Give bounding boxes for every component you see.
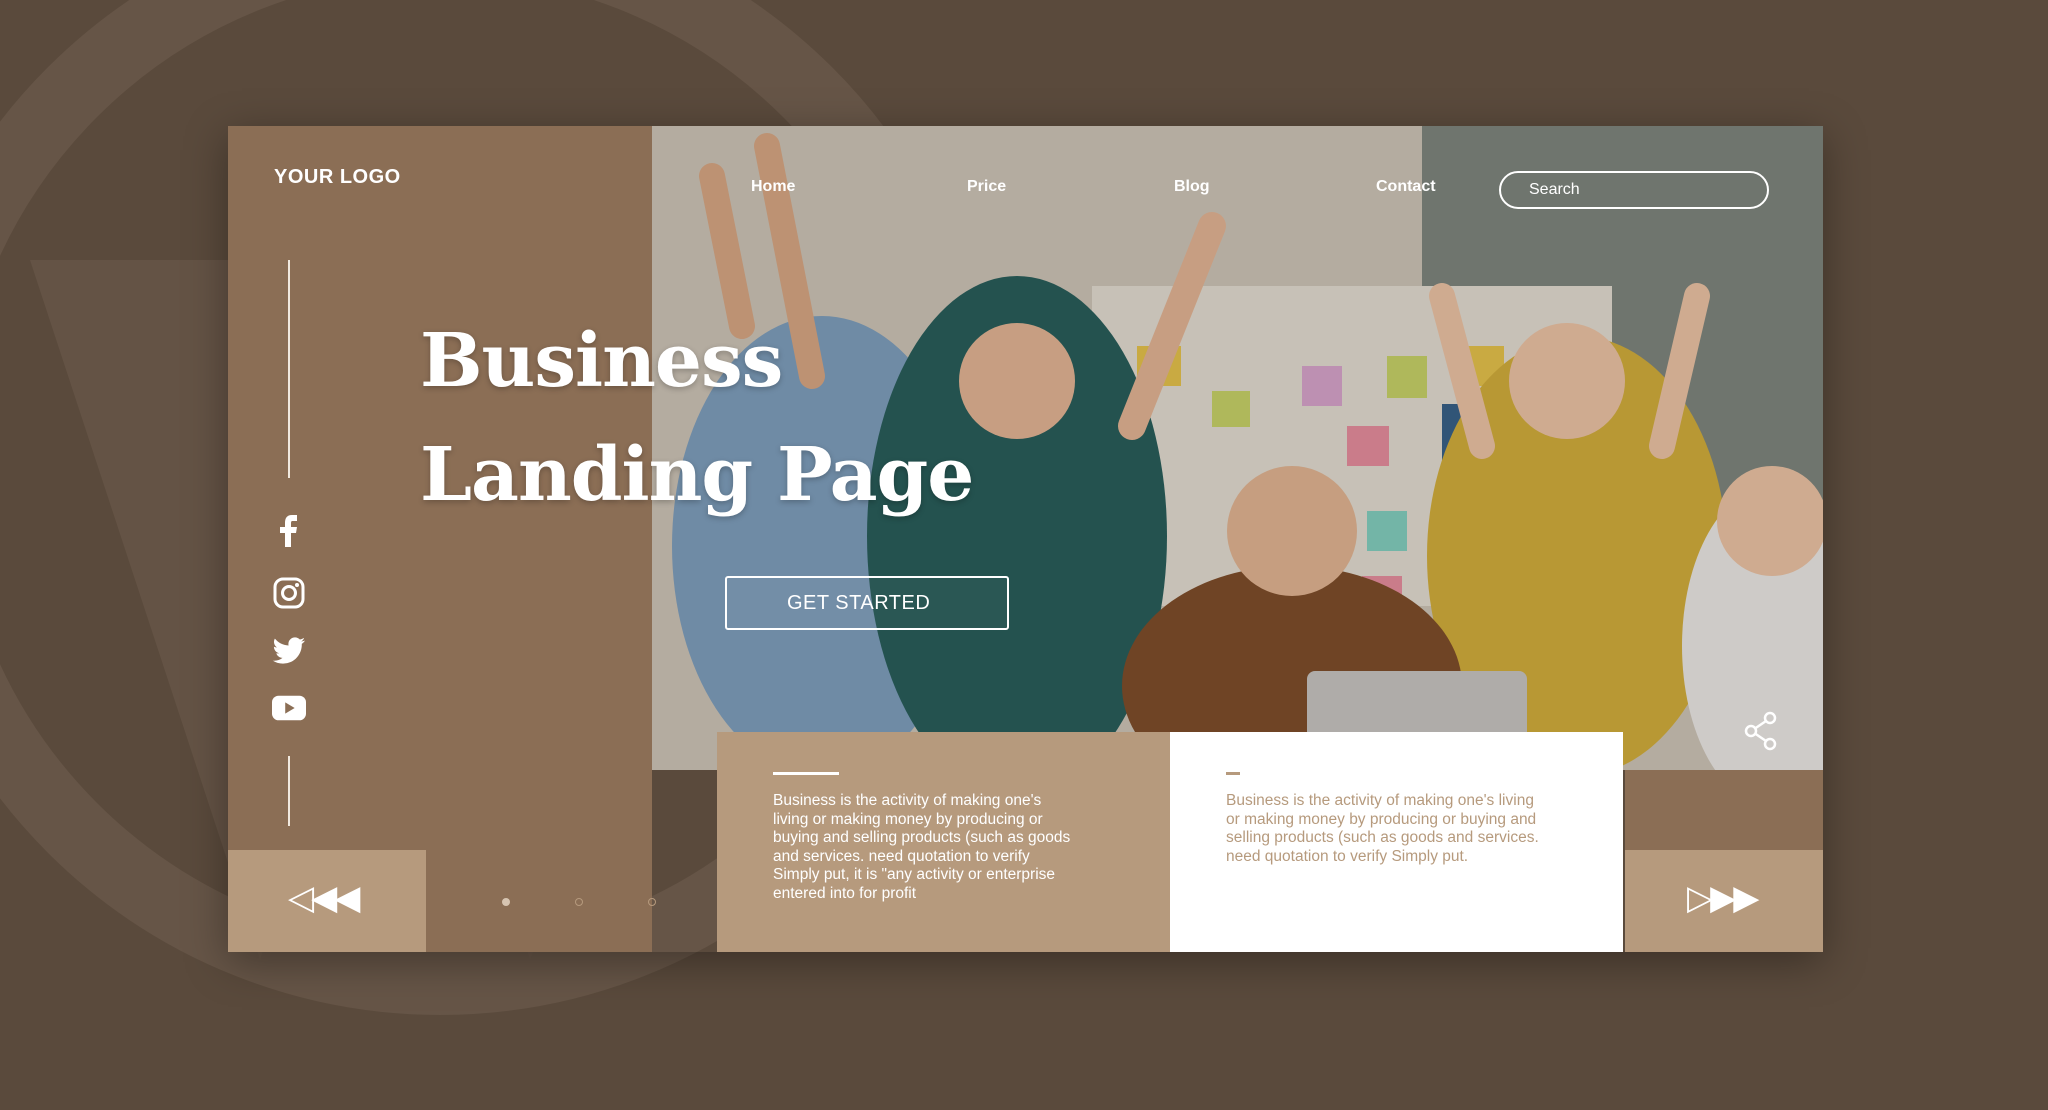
site-logo[interactable]: YOUR LOGO (274, 166, 401, 189)
nav-home[interactable]: Home (751, 178, 795, 196)
instagram-icon[interactable] (272, 576, 306, 610)
next-slide-button[interactable]: ▷▶▶ (1625, 850, 1823, 952)
landing-page-mockup: YOUR LOGO Home Price Blog Contact Search… (228, 126, 1823, 952)
hero-title-line-1: Business (420, 318, 783, 404)
slider-dot-1[interactable] (502, 898, 510, 906)
twitter-icon[interactable] (272, 634, 306, 668)
hero-title-line-2: Landing Page (420, 432, 974, 518)
youtube-icon[interactable] (272, 691, 306, 725)
search-input[interactable]: Search (1499, 171, 1769, 209)
decorative-line-top (288, 260, 290, 478)
share-icon[interactable] (1744, 711, 1778, 751)
decorative-line-bottom (288, 756, 290, 826)
slider-dot-3[interactable] (648, 898, 656, 906)
prev-slide-button[interactable]: ◁◀◀ (228, 850, 426, 952)
facebook-icon[interactable] (272, 514, 306, 548)
fast-forward-icon: ▷▶▶ (1687, 879, 1759, 917)
slider-dot-2[interactable] (575, 898, 583, 906)
nav-blog[interactable]: Blog (1174, 178, 1210, 196)
nav-price[interactable]: Price (967, 178, 1006, 196)
rewind-icon: ◁◀◀ (288, 879, 360, 917)
search-placeholder: Search (1529, 181, 1580, 198)
nav-contact[interactable]: Contact (1376, 178, 1436, 196)
get-started-button[interactable]: GET STARTED (725, 576, 1009, 630)
